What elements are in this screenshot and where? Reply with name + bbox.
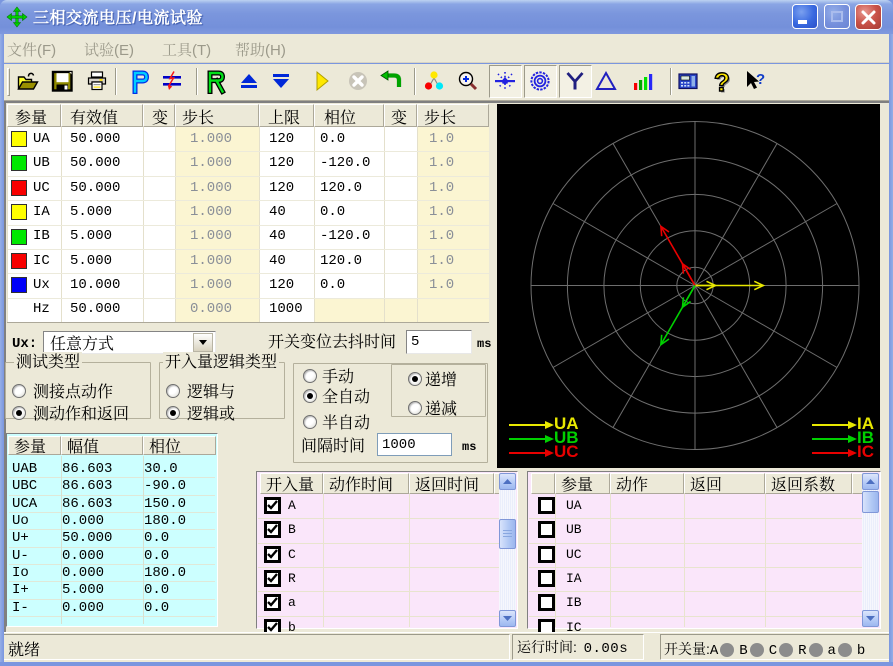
svg-text:UC: UC: [554, 442, 579, 461]
svg-text:IC: IC: [857, 442, 874, 461]
svg-text:?: ?: [756, 71, 765, 88]
